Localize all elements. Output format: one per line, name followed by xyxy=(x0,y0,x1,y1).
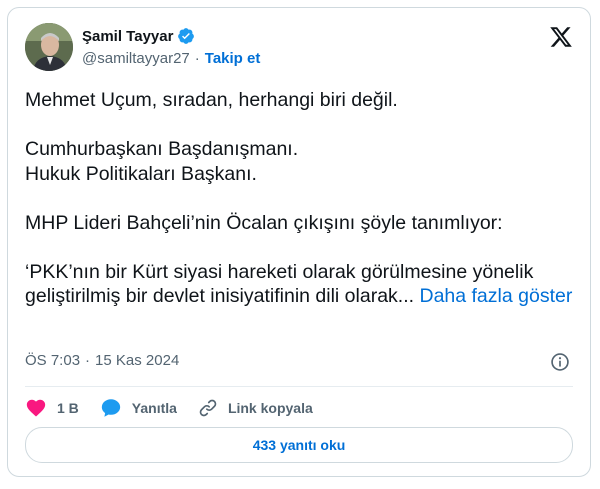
link-icon xyxy=(199,399,217,417)
tweet-line: Cumhurbaşkanı Başdanışmanı. xyxy=(25,138,299,160)
separator-dot: · xyxy=(194,50,200,67)
info-icon[interactable] xyxy=(550,352,570,372)
tweet-line: ‘PKK’nın bir Kürt siyasi hareketi olarak… xyxy=(25,260,534,283)
tweet-line-last: geliştirilmiş bir devlet inisiyatifinin … xyxy=(25,284,575,309)
copy-link-button[interactable]: Link kopyala xyxy=(198,398,313,418)
show-more-link[interactable]: Daha fazla göster xyxy=(419,285,572,307)
author-handle[interactable]: @samiltayyar27 xyxy=(82,50,190,67)
reply-button[interactable]: Yanıtla xyxy=(100,397,177,419)
tweet-line: MHP Lideri Bahçeli’nin Öcalan çıkışını ş… xyxy=(25,211,503,234)
divider xyxy=(25,386,573,387)
like-count: 1 B xyxy=(57,400,79,416)
separator-dot: · xyxy=(85,352,91,369)
speech-bubble-icon xyxy=(101,399,120,417)
tweet-line: Hukuk Politikaları Başkanı. xyxy=(25,162,257,185)
tweet-date[interactable]: 15 Kas 2024 xyxy=(95,352,179,369)
like-button[interactable]: 1 B xyxy=(25,397,79,419)
copy-link-label: Link kopyala xyxy=(227,400,313,416)
verified-badge-icon xyxy=(178,28,195,44)
tweet-text: Mehmet Uçum, sıradan, herhangi biri deği… xyxy=(25,88,575,309)
tweet-card: Şamil Tayyar @samiltayyar27 · Takip et M… xyxy=(7,7,591,477)
avatar-image xyxy=(25,23,73,71)
tweet-time[interactable]: ÖS 7:03 xyxy=(25,352,80,369)
heart-icon xyxy=(26,399,46,417)
tweet-line: Mehmet Uçum, sıradan, herhangi biri deği… xyxy=(25,89,398,111)
follow-link[interactable]: Takip et xyxy=(205,50,261,67)
action-bar: 1 B Yanıtla Link kopyala xyxy=(25,397,334,419)
reply-label: Yanıtla xyxy=(131,400,177,416)
avatar[interactable] xyxy=(25,23,73,71)
read-replies-button[interactable]: 433 yanıtı oku xyxy=(25,427,573,463)
tweet-line-text: geliştirilmiş bir devlet inisiyatifinin … xyxy=(25,285,415,307)
x-logo-icon[interactable] xyxy=(549,25,573,49)
author-name[interactable]: Şamil Tayyar xyxy=(82,28,173,45)
